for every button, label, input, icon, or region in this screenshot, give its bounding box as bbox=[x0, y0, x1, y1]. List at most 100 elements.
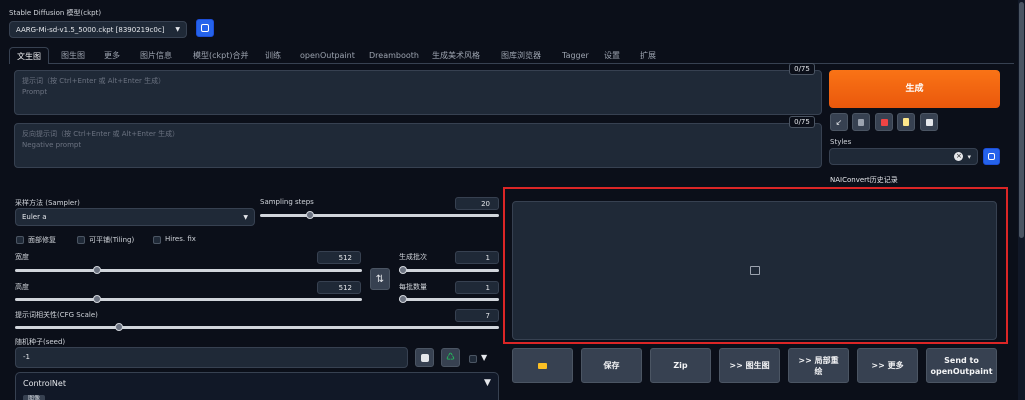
height-slider-thumb[interactable] bbox=[92, 295, 101, 303]
image-placeholder-icon bbox=[750, 266, 760, 275]
sampler-value: Euler a bbox=[22, 213, 47, 221]
prompt-textarea[interactable]: 提示词（按 Ctrl+Enter 或 Alt+Enter 生成） Prompt bbox=[14, 70, 822, 115]
swap-dimensions-button[interactable]: ⇅ bbox=[370, 268, 390, 290]
batch-size-slider-thumb[interactable] bbox=[399, 295, 407, 303]
tab-extras[interactable]: 更多 bbox=[104, 49, 120, 63]
page-scrollbar-thumb[interactable] bbox=[1019, 2, 1024, 238]
tab-txt2img[interactable]: 文生图 bbox=[9, 47, 49, 64]
batch-size-slider[interactable] bbox=[399, 295, 499, 303]
clear-prompt-button[interactable] bbox=[852, 113, 870, 131]
tab-openoutpaint[interactable]: openOutpaint bbox=[300, 49, 355, 63]
steps-slider-track bbox=[260, 214, 499, 217]
batch-count-slider[interactable] bbox=[399, 266, 499, 274]
steps-slider-thumb[interactable] bbox=[306, 211, 315, 219]
tiling-label: 可平铺(Tiling) bbox=[89, 236, 135, 244]
controlnet-image-tab[interactable]: 图像 bbox=[23, 395, 46, 400]
styles-label: Styles bbox=[830, 138, 852, 146]
seed-input[interactable]: -1 bbox=[15, 347, 408, 368]
width-input[interactable]: 512 bbox=[317, 251, 361, 264]
model-select[interactable]: AARG-Mi-sd-v1.5_5000.ckpt [8390219c0c] ▼ bbox=[9, 21, 187, 38]
chevron-down-icon: ▼ bbox=[243, 213, 248, 221]
width-label: 宽度 bbox=[15, 253, 29, 261]
height-slider[interactable] bbox=[15, 295, 362, 303]
cfg-scale-slider-thumb[interactable] bbox=[114, 323, 123, 331]
hires-fix-checkbox[interactable] bbox=[153, 236, 161, 244]
tab-extensions[interactable]: 扩展 bbox=[640, 49, 656, 63]
batch-size-slider-track bbox=[399, 298, 499, 301]
clipboard-icon bbox=[903, 118, 909, 126]
chevron-down-icon: ▾ bbox=[967, 152, 971, 161]
tab-aesthetic[interactable]: 生成美术风格 bbox=[432, 49, 480, 63]
tab-tagger[interactable]: Tagger bbox=[562, 49, 589, 63]
reuse-seed-button[interactable]: ♺ bbox=[441, 348, 460, 367]
recycle-icon: ♺ bbox=[446, 352, 455, 363]
flower-card-icon bbox=[880, 118, 888, 126]
zip-button[interactable]: Zip bbox=[650, 348, 711, 383]
tiling-checkbox[interactable] bbox=[77, 236, 85, 244]
width-slider[interactable] bbox=[15, 266, 362, 274]
restore-faces-label: 面部修复 bbox=[28, 236, 56, 244]
tab-train[interactable]: 训练 bbox=[265, 49, 281, 63]
extra-seed-checkbox[interactable] bbox=[469, 355, 477, 363]
sampler-select[interactable]: Euler a ▼ bbox=[15, 208, 255, 226]
output-gallery[interactable] bbox=[512, 201, 997, 340]
tab-bar bbox=[9, 63, 1014, 64]
clear-icon[interactable]: × bbox=[954, 152, 964, 161]
styles-select[interactable]: × ▾ bbox=[829, 148, 978, 165]
width-slider-thumb[interactable] bbox=[92, 266, 101, 274]
steps-label: Sampling steps bbox=[260, 198, 314, 206]
sampler-label: 采样方法 (Sampler) bbox=[15, 199, 80, 207]
height-label: 高度 bbox=[15, 283, 29, 291]
page-scrollbar[interactable] bbox=[1018, 0, 1025, 400]
swap-icon: ⇅ bbox=[375, 273, 385, 285]
prompt-token-counter: 0/75 bbox=[789, 63, 815, 75]
send-to-openoutpaint-button[interactable]: Send to openOutpaint bbox=[926, 348, 997, 383]
prompt-placeholder-cn: 提示词（按 Ctrl+Enter 或 Alt+Enter 生成） bbox=[22, 77, 166, 85]
width-slider-track bbox=[15, 269, 362, 272]
batch-count-slider-thumb[interactable] bbox=[399, 266, 407, 274]
controlnet-label: ControlNet bbox=[23, 379, 66, 388]
negative-prompt-placeholder-en: Negative prompt bbox=[22, 141, 82, 149]
apply-style-button[interactable] bbox=[897, 113, 915, 131]
refresh-styles-button[interactable] bbox=[983, 148, 1000, 165]
batch-count-slider-track bbox=[399, 269, 499, 272]
tab-img2img[interactable]: 图生图 bbox=[61, 49, 85, 63]
generate-button[interactable]: 生成 bbox=[829, 70, 1000, 108]
refresh-model-button[interactable] bbox=[196, 19, 214, 37]
extra-networks-button[interactable] bbox=[875, 113, 893, 131]
negative-prompt-token-counter: 0/75 bbox=[789, 116, 815, 128]
negative-prompt-placeholder-cn: 反向提示词（按 Ctrl+Enter 或 Alt+Enter 生成） bbox=[22, 130, 180, 138]
send-to-extras-button[interactable]: >> 更多 bbox=[857, 348, 918, 383]
controlnet-accordion[interactable]: ControlNet ▼ 图像 bbox=[15, 372, 499, 400]
height-input[interactable]: 512 bbox=[317, 281, 361, 294]
random-seed-button[interactable] bbox=[415, 348, 434, 367]
negative-prompt-textarea[interactable]: 反向提示词（按 Ctrl+Enter 或 Alt+Enter 生成） Negat… bbox=[14, 123, 822, 168]
cfg-scale-slider-track bbox=[15, 326, 499, 329]
folder-icon bbox=[538, 362, 547, 369]
tab-checkpoint-merger[interactable]: 模型(ckpt)合并 bbox=[193, 49, 249, 63]
batch-count-input[interactable]: 1 bbox=[455, 251, 499, 264]
save-style-button[interactable] bbox=[920, 113, 938, 131]
batch-size-input[interactable]: 1 bbox=[455, 281, 499, 294]
open-folder-button[interactable] bbox=[512, 348, 573, 383]
batch-count-label: 生成批次 bbox=[399, 253, 427, 261]
send-to-inpaint-button[interactable]: >> 局部重绘 bbox=[788, 348, 849, 383]
hires-fix-label: Hires. fix bbox=[165, 235, 196, 243]
model-select-value: AARG-Mi-sd-v1.5_5000.ckpt [8390219c0c] bbox=[16, 25, 165, 34]
tab-png-info[interactable]: 图片信息 bbox=[140, 49, 172, 63]
cfg-scale-slider[interactable] bbox=[15, 323, 499, 331]
trash-icon bbox=[858, 118, 864, 126]
tab-settings[interactable]: 设置 bbox=[604, 49, 620, 63]
extra-seed-toggle-icon[interactable]: ▼ bbox=[481, 353, 487, 362]
steps-input[interactable]: 20 bbox=[455, 197, 499, 210]
paste-params-button[interactable]: ↙ bbox=[830, 113, 848, 131]
tab-image-browser[interactable]: 图库浏览器 bbox=[501, 49, 541, 63]
tab-dreambooth[interactable]: Dreambooth bbox=[369, 49, 419, 63]
save-button[interactable]: 保存 bbox=[581, 348, 642, 383]
cfg-scale-input[interactable]: 7 bbox=[455, 309, 499, 322]
send-to-img2img-button[interactable]: >> 图生图 bbox=[719, 348, 780, 383]
steps-slider[interactable] bbox=[260, 211, 499, 219]
restore-faces-checkbox[interactable] bbox=[16, 236, 24, 244]
dice-icon bbox=[420, 353, 429, 362]
save-icon bbox=[925, 118, 933, 126]
